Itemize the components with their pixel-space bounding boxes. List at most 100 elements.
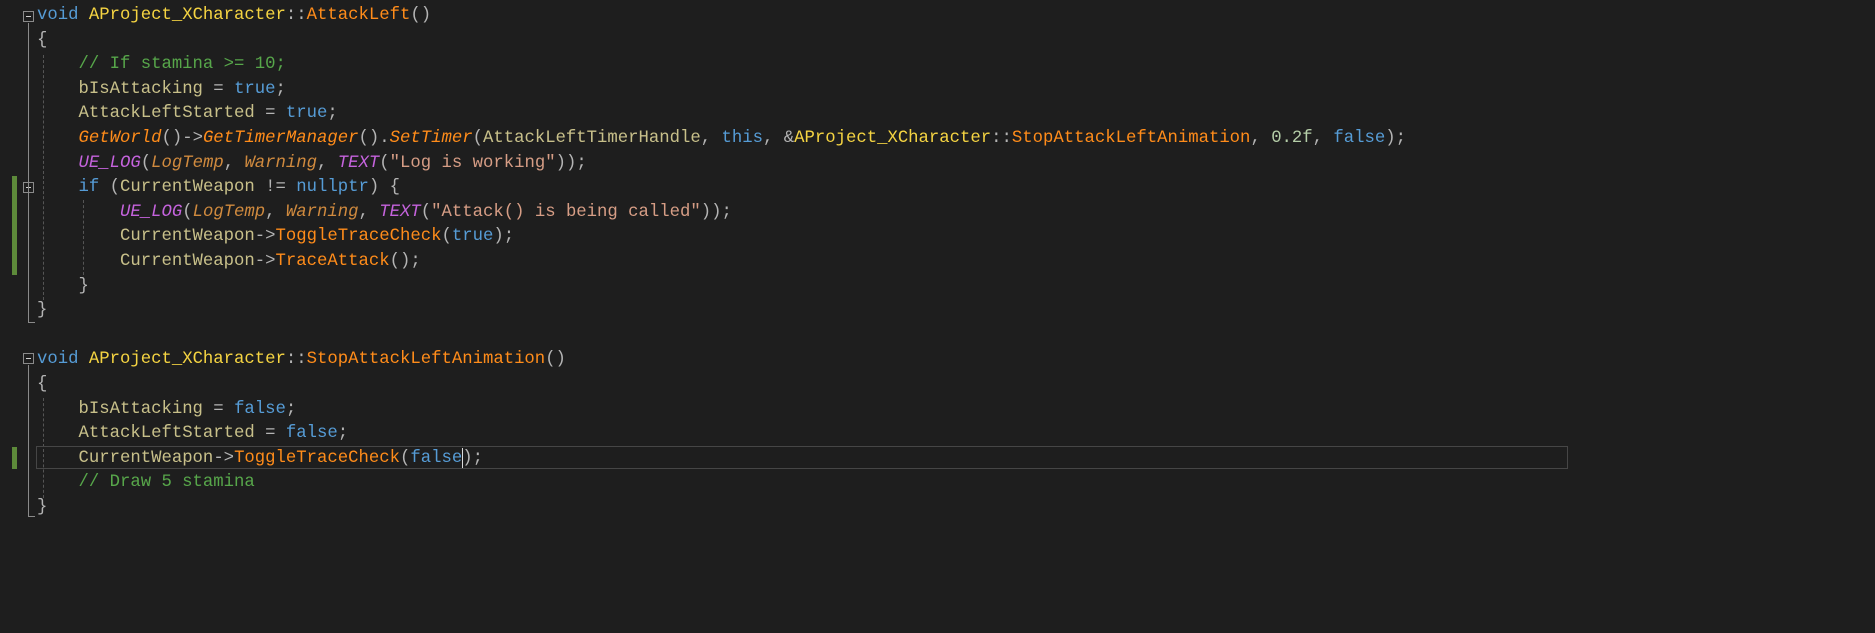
code-token-kw: true	[234, 79, 276, 99]
code-line[interactable]: {	[37, 29, 47, 54]
code-token-mac: UE_LOG	[119, 202, 183, 222]
code-line[interactable]: // If stamina >= 10;	[37, 53, 286, 78]
code-line[interactable]: }	[37, 275, 89, 300]
code-token-p: (	[472, 129, 483, 148]
code-token-fn: StopAttackLeftAnimation	[306, 350, 546, 370]
fold-region-end	[28, 516, 35, 517]
code-token-kw: false	[285, 424, 338, 444]
code-token-p: ,	[1312, 129, 1334, 148]
code-editor[interactable]: void AProject_XCharacter::AttackLeft(){ …	[0, 0, 1875, 633]
fold-region-line	[28, 23, 29, 323]
code-line[interactable]: void AProject_XCharacter::StopAttackLeft…	[37, 348, 566, 373]
change-marker	[12, 447, 17, 469]
code-line[interactable]: {	[37, 373, 47, 398]
code-token-p: );	[1385, 129, 1407, 148]
code-token-p	[78, 350, 88, 369]
code-line[interactable]: CurrentWeapon->TraceAttack();	[37, 250, 421, 275]
code-token-p: , &	[762, 129, 795, 148]
code-line[interactable]: UE_LOG(LogTemp, Warning, TEXT("Log is wo…	[37, 152, 587, 177]
code-line[interactable]: }	[37, 496, 47, 521]
code-token-cm: // If stamina >= 10;	[37, 55, 286, 75]
code-token-p: (	[182, 202, 193, 222]
code-token-p: {	[37, 375, 48, 394]
code-token-p	[37, 178, 78, 197]
code-line[interactable]: AttackLeftStarted = true;	[37, 102, 338, 127]
code-token-kw: true	[451, 227, 494, 247]
code-token-mac: TEXT	[379, 202, 421, 222]
code-token-num: 0.2f	[1271, 129, 1313, 148]
text-caret	[462, 448, 463, 468]
collapse-icon[interactable]	[23, 353, 34, 364]
change-marker	[12, 176, 17, 275]
code-line[interactable]: AttackLeftStarted = false;	[37, 422, 348, 447]
code-token-kw: void	[37, 6, 79, 25]
code-token-cls: AProject_XCharacter	[88, 350, 286, 370]
code-line[interactable]: bIsAttacking = true;	[37, 78, 286, 103]
code-token-p: ;	[327, 104, 338, 124]
code-token-p: );	[462, 448, 483, 468]
code-token-p: ;	[275, 79, 286, 99]
code-token-p: ) {	[368, 178, 401, 198]
code-token-p: }	[37, 498, 48, 517]
code-token-str: "Attack() is being called"	[431, 202, 701, 222]
code-token-var: CurrentWeapon	[119, 178, 255, 198]
code-line[interactable]: UE_LOG(LogTemp, Warning, TEXT("Attack() …	[37, 201, 732, 226]
code-token-p: ::	[285, 6, 307, 25]
code-token-var: bIsAttacking	[78, 79, 203, 99]
code-token-kw: false	[234, 399, 286, 419]
code-token-p: ,	[265, 202, 286, 222]
code-token-kw: false	[1333, 129, 1386, 148]
code-token-var: bIsAttacking	[78, 399, 203, 419]
code-token-p: ()	[410, 6, 432, 25]
code-line[interactable]: CurrentWeapon->ToggleTraceCheck(false);	[37, 447, 483, 472]
code-token-p: =	[202, 79, 235, 99]
code-token-p: ));	[555, 153, 587, 173]
code-token-p: =	[254, 104, 286, 124]
code-token-kw: true	[285, 104, 328, 124]
code-token-p: ::	[285, 350, 307, 370]
code-token-p: !=	[254, 178, 297, 198]
code-token-p: ->	[254, 227, 276, 247]
code-token-cm: // Draw 5 stamina	[37, 473, 255, 493]
code-token-fn: ToggleTraceCheck	[275, 227, 442, 247]
code-token-p: =	[254, 424, 286, 444]
code-token-p	[37, 252, 120, 271]
code-line[interactable]: }	[37, 299, 47, 324]
code-token-p: ->	[213, 448, 235, 468]
code-token-p: ;	[337, 424, 349, 444]
code-line[interactable]: bIsAttacking = false;	[37, 398, 296, 423]
code-line[interactable]: CurrentWeapon->ToggleTraceCheck(true);	[37, 225, 514, 250]
fold-region-line	[28, 365, 29, 517]
code-token-p	[37, 227, 120, 246]
code-token-p: ,	[700, 129, 722, 148]
code-token-p: {	[37, 30, 48, 50]
code-token-p	[37, 400, 78, 419]
code-token-p: ));	[700, 202, 732, 222]
code-token-cls: AProject_XCharacter	[794, 129, 992, 148]
code-token-p: }	[37, 276, 89, 296]
code-token-kw: if	[78, 178, 100, 198]
code-token-p: (	[441, 227, 452, 247]
code-token-p: ();	[389, 252, 421, 271]
code-line[interactable]: GetWorld()->GetTimerManager().SetTimer(A…	[37, 127, 1406, 152]
code-token-p: );	[493, 227, 515, 247]
code-token-p	[37, 104, 78, 123]
code-token-mi: LogTemp	[151, 153, 224, 173]
code-token-fn: TraceAttack	[275, 252, 390, 271]
code-line[interactable]: void AProject_XCharacter::AttackLeft()	[37, 4, 431, 29]
code-token-var: AttackLeftTimerHandle	[482, 129, 701, 148]
code-token-str: "Log is working"	[389, 153, 556, 173]
code-token-p: (	[379, 153, 390, 173]
code-token-var: AttackLeftStarted	[78, 104, 255, 124]
code-token-p: ::	[991, 129, 1012, 148]
code-line[interactable]: // Draw 5 stamina	[37, 471, 255, 496]
code-token-p	[37, 203, 120, 222]
code-token-p	[37, 80, 78, 99]
code-token-p	[37, 129, 78, 148]
code-line[interactable]: if (CurrentWeapon != nullptr) {	[37, 176, 400, 201]
code-token-mac: UE_LOG	[78, 153, 141, 173]
code-token-mi: LogTemp	[192, 202, 266, 222]
code-token-cls: AProject_XCharacter	[88, 6, 286, 25]
collapse-icon[interactable]	[23, 11, 34, 22]
code-token-var: CurrentWeapon	[78, 448, 214, 468]
